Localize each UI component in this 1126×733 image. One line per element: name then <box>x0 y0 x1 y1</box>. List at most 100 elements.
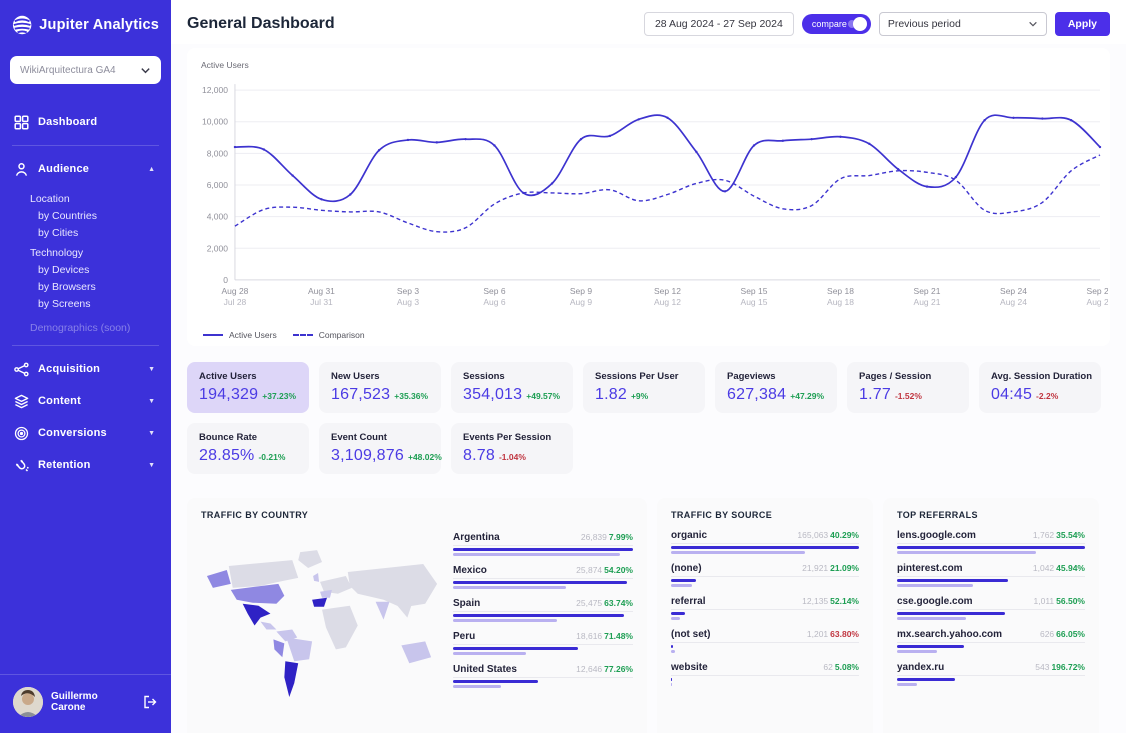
metric-card-events-per-session[interactable]: Events Per Session 8.78-1.04% <box>451 423 573 474</box>
sidebar-item-content[interactable]: Content ▼ <box>0 385 171 417</box>
grid-icon <box>13 114 29 130</box>
logout-icon[interactable] <box>142 694 158 710</box>
list-item[interactable]: United States12,64677.26% <box>453 664 633 688</box>
metric-value: 1.82 <box>595 386 627 404</box>
value-bar <box>671 546 859 549</box>
sidebar-item-by-cities[interactable]: by Cities <box>30 227 171 239</box>
metric-value: 194,329 <box>199 386 258 404</box>
row-delta: 66.05% <box>1056 629 1085 639</box>
row-delta: 63.80% <box>830 629 859 639</box>
country-list: Argentina26,8397.99% Mexico25,87454.20% … <box>453 510 633 733</box>
svg-text:0: 0 <box>223 275 228 285</box>
list-item[interactable]: yandex.ru543196.72% <box>897 662 1085 686</box>
metric-card-bounce-rate[interactable]: Bounce Rate 28.85%-0.21% <box>187 423 309 474</box>
comparison-bar <box>671 551 805 554</box>
list-item[interactable]: Peru18,61671.48% <box>453 631 633 655</box>
svg-text:Sep 21: Sep 21 <box>914 286 941 296</box>
list-item[interactable]: referral12,13552.14% <box>671 596 859 620</box>
list-item[interactable]: Spain25,47563.74% <box>453 598 633 622</box>
value-bar <box>671 678 672 681</box>
sidebar-item-dashboard[interactable]: Dashboard <box>0 106 171 138</box>
legend-item-comparison[interactable]: Comparison <box>293 330 365 340</box>
sidebar-item-by-countries[interactable]: by Countries <box>30 210 171 222</box>
metric-delta: +35.36% <box>394 391 428 401</box>
compare-toggle[interactable]: compare <box>802 14 871 34</box>
audience-subnav: Location by Countries by Cities Technolo… <box>0 193 171 338</box>
metric-delta: +47.29% <box>790 391 824 401</box>
svg-text:Aug 15: Aug 15 <box>741 297 768 307</box>
sidebar-nav: Dashboard Audience ▲ Location by Countri… <box>0 106 171 674</box>
metric-card-event-count[interactable]: Event Count 3,109,876+48.02% <box>319 423 441 474</box>
comparison-bar <box>453 553 620 556</box>
comparison-bar <box>453 586 566 589</box>
metric-value: 167,523 <box>331 386 390 404</box>
sidebar-item-by-browsers[interactable]: by Browsers <box>30 281 171 293</box>
metric-value: 1.77 <box>859 386 891 404</box>
period-select[interactable]: Previous period <box>879 12 1047 36</box>
legend-item-active-users[interactable]: Active Users <box>203 330 277 340</box>
metric-card-sessions[interactable]: Sessions 354,013+49.57% <box>451 362 573 413</box>
sidebar: Jupiter Analytics WikiArquitectura GA4 D… <box>0 0 171 733</box>
row-label: referral <box>671 596 705 607</box>
chevron-down-icon <box>140 65 151 76</box>
list-item[interactable]: (none)21,92121.09% <box>671 563 859 587</box>
list-item[interactable]: cse.google.com1,01156.50% <box>897 596 1085 620</box>
metric-label: Bounce Rate <box>199 432 297 443</box>
list-item[interactable]: mx.search.yahoo.com62666.05% <box>897 629 1085 653</box>
comparison-bar <box>671 650 675 653</box>
main-content: General Dashboard 28 Aug 2024 - 27 Sep 2… <box>171 0 1126 733</box>
svg-text:Sep 9: Sep 9 <box>570 286 592 296</box>
world-map <box>201 538 449 723</box>
list-item[interactable]: website625.08% <box>671 662 859 686</box>
sidebar-item-retention[interactable]: Retention ▼ <box>0 449 171 481</box>
panel-title: TRAFFIC BY SOURCE <box>671 510 859 520</box>
list-item[interactable]: pinterest.com1,04245.94% <box>897 563 1085 587</box>
sidebar-item-by-devices[interactable]: by Devices <box>30 264 171 276</box>
sidebar-item-acquisition[interactable]: Acquisition ▼ <box>0 353 171 385</box>
comparison-bar <box>453 685 501 688</box>
list-item[interactable]: Mexico25,87454.20% <box>453 565 633 589</box>
svg-text:Aug 3: Aug 3 <box>397 297 419 307</box>
row-delta: 45.94% <box>1056 563 1085 573</box>
account-selector[interactable]: WikiArquitectura GA4 <box>10 56 161 84</box>
metric-card-pages-per-session[interactable]: Pages / Session 1.77-1.52% <box>847 362 969 413</box>
traffic-panels: TRAFFIC BY COUNTRY <box>171 474 1126 733</box>
apply-button[interactable]: Apply <box>1055 12 1110 36</box>
list-item[interactable]: organic165,06340.29% <box>671 530 859 554</box>
svg-text:Aug 28: Aug 28 <box>221 286 248 296</box>
metric-delta: -2.2% <box>1036 391 1058 401</box>
list-item[interactable]: (not set)1,20163.80% <box>671 629 859 653</box>
sidebar-item-conversions[interactable]: Conversions ▼ <box>0 417 171 449</box>
row-delta: 35.54% <box>1056 530 1085 540</box>
row-label: Mexico <box>453 565 487 576</box>
chevron-down-icon: ▼ <box>148 462 158 469</box>
sidebar-item-label: Audience <box>38 163 139 175</box>
row-value: 1,201 <box>807 629 828 639</box>
value-bar <box>453 680 538 683</box>
sidebar-item-by-screens[interactable]: by Screens <box>30 298 171 310</box>
toggle-knob <box>853 17 867 31</box>
row-value: 21,921 <box>802 563 828 573</box>
row-value: 62 <box>823 662 832 672</box>
metric-card-sessions-per-user[interactable]: Sessions Per User 1.82+9% <box>583 362 705 413</box>
metric-label: Pages / Session <box>859 371 957 382</box>
metric-card-new-users[interactable]: New Users 167,523+35.36% <box>319 362 441 413</box>
compare-label: compare <box>812 19 847 29</box>
metric-card-pageviews[interactable]: Pageviews 627,384+47.29% <box>715 362 837 413</box>
divider <box>12 145 159 146</box>
svg-text:Aug 9: Aug 9 <box>570 297 592 307</box>
metric-card-active-users[interactable]: Active Users 194,329+37.23% <box>187 362 309 413</box>
metric-value: 627,384 <box>727 386 786 404</box>
row-delta: 7.99% <box>609 532 633 542</box>
metric-delta: -0.21% <box>258 452 285 462</box>
sidebar-item-audience[interactable]: Audience ▲ <box>0 153 171 185</box>
svg-text:Sep 15: Sep 15 <box>741 286 768 296</box>
list-item[interactable]: Argentina26,8397.99% <box>453 532 633 556</box>
metric-card-avg-session-duration[interactable]: Avg. Session Duration 04:45-2.2% <box>979 362 1101 413</box>
date-range-field[interactable]: 28 Aug 2024 - 27 Sep 2024 <box>644 12 794 36</box>
list-item[interactable]: lens.google.com1,76235.54% <box>897 530 1085 554</box>
comparison-bar <box>671 617 680 620</box>
row-delta: 21.09% <box>830 563 859 573</box>
brand-name: Jupiter Analytics <box>39 17 159 33</box>
row-label: Spain <box>453 598 480 609</box>
